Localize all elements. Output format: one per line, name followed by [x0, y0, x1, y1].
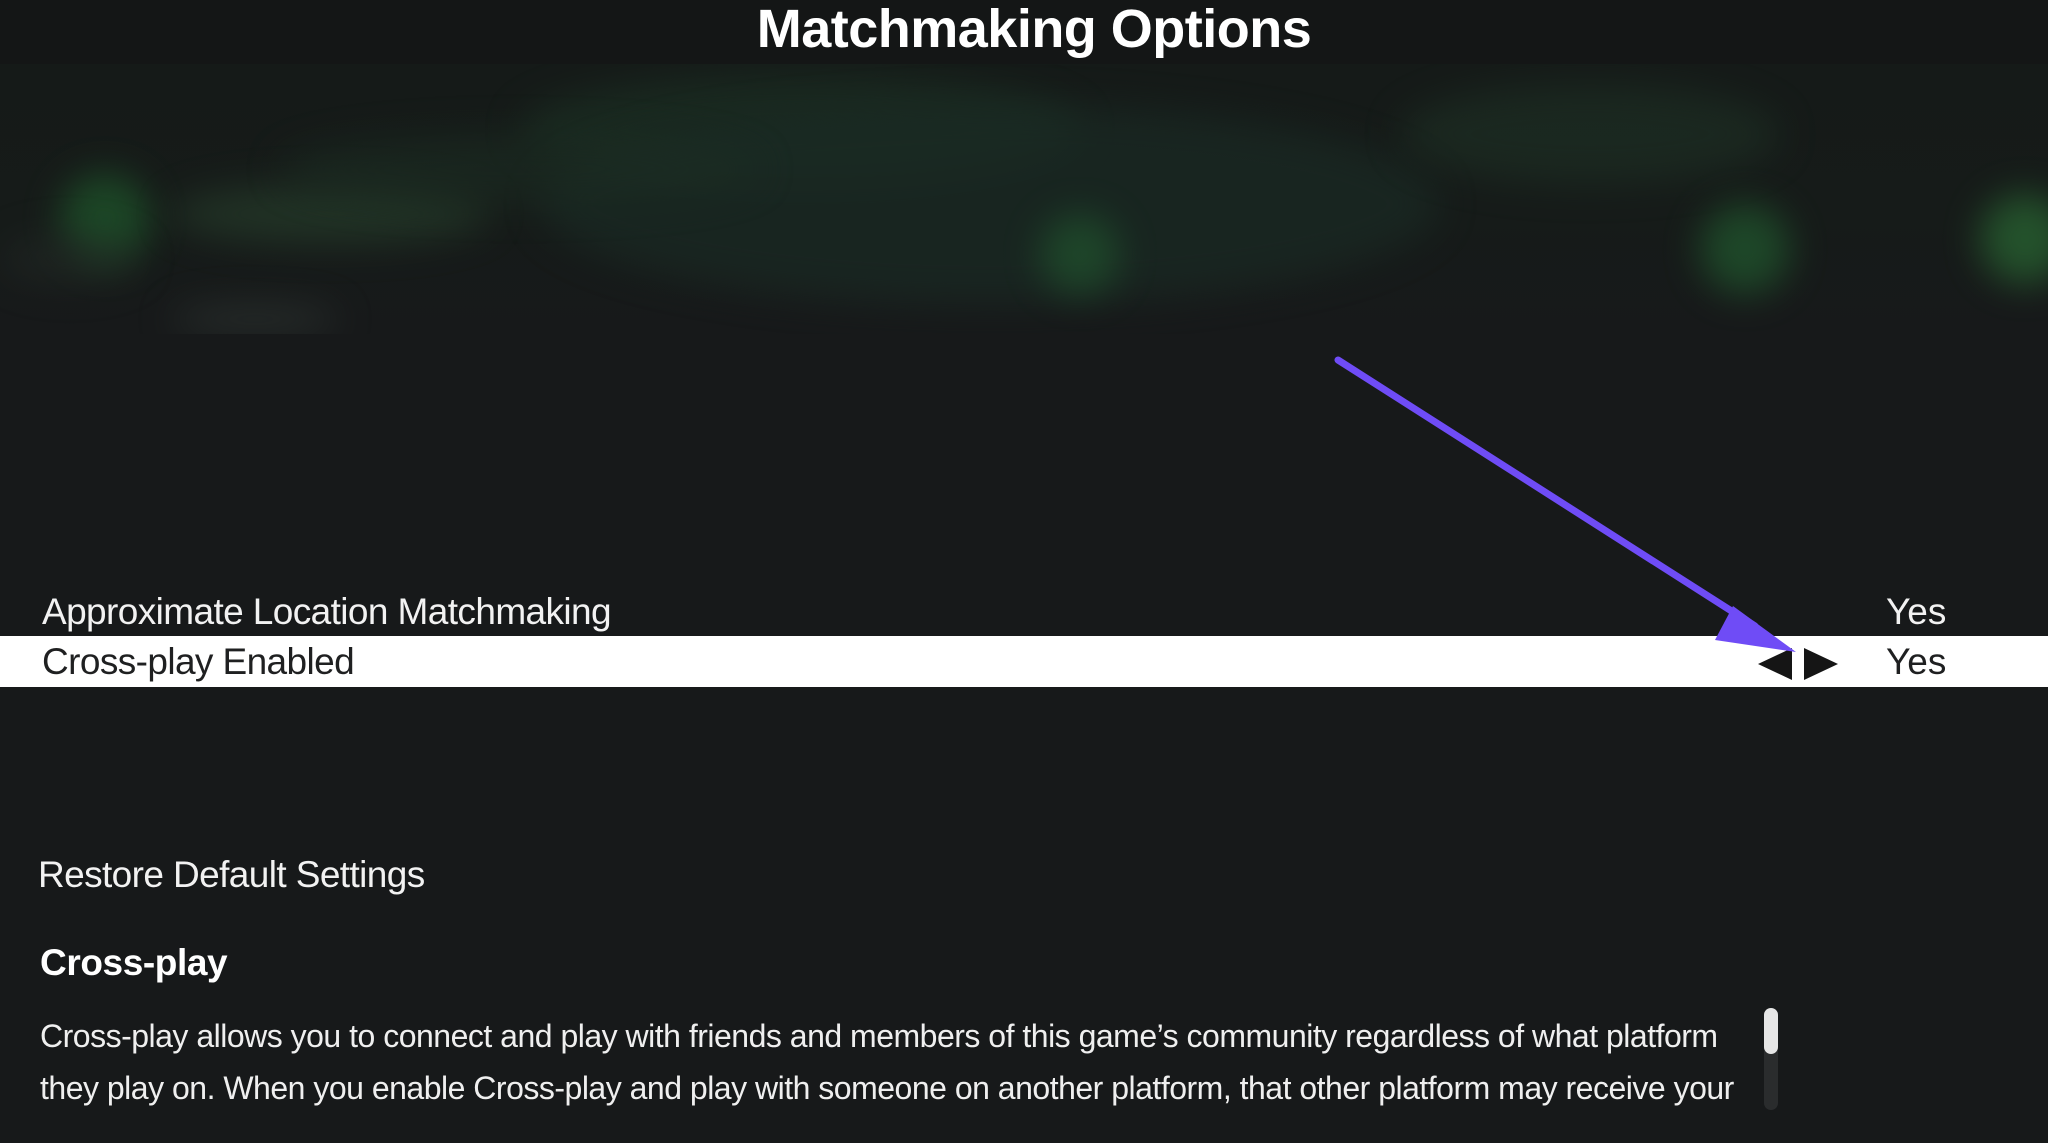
annotation-arrow	[1334, 356, 1796, 652]
annotation-arrow-shaft	[1334, 356, 1759, 630]
annotation-arrow-head	[1715, 606, 1796, 652]
